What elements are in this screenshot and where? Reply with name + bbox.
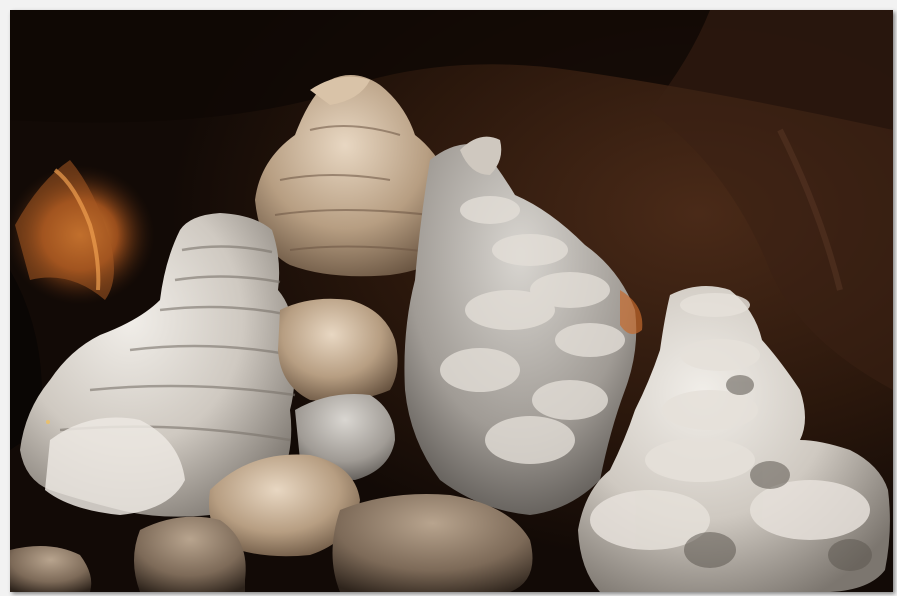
cave-scene bbox=[10, 10, 893, 592]
photo-frame bbox=[0, 0, 897, 596]
distant-light bbox=[46, 420, 50, 424]
cave-photo bbox=[10, 10, 893, 592]
lower-left-boulder bbox=[134, 516, 246, 592]
